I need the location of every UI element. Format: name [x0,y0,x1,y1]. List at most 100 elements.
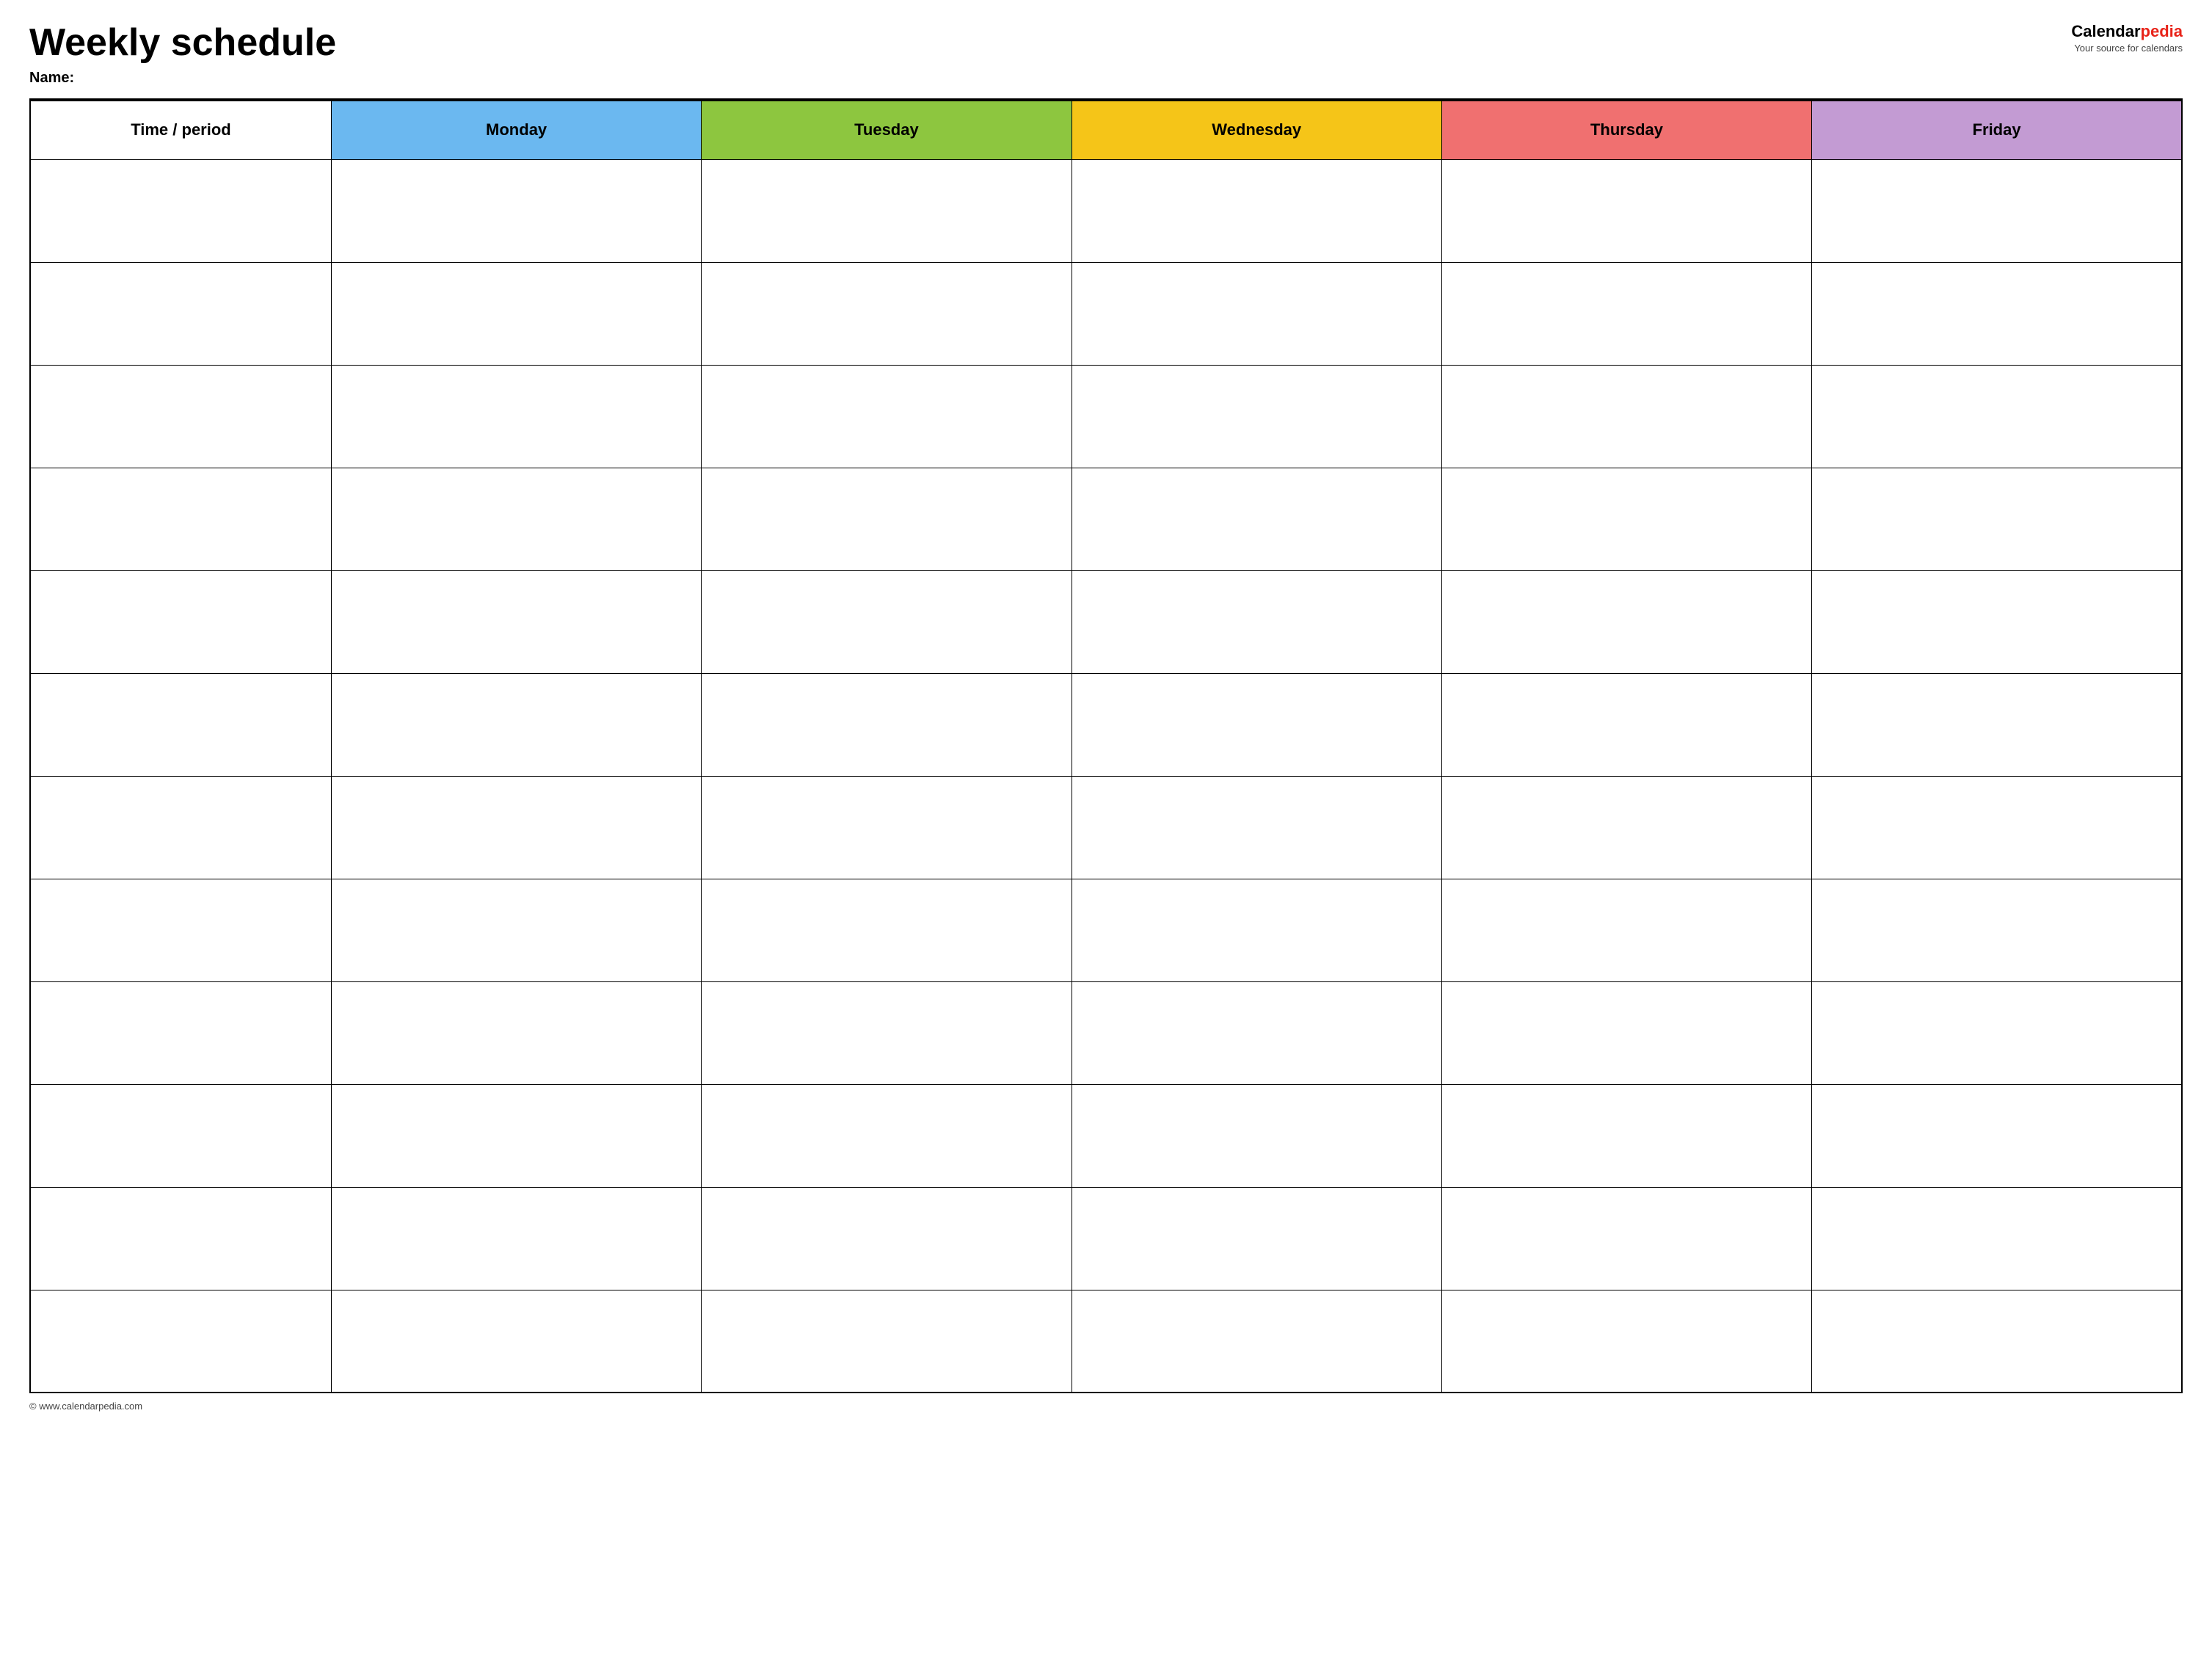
table-cell[interactable] [331,262,701,365]
table-cell[interactable] [702,570,1072,673]
table-cell[interactable] [1441,262,1811,365]
table-cell[interactable] [1441,981,1811,1084]
table-cell[interactable] [1812,468,2182,570]
table-cell[interactable] [30,981,331,1084]
table-cell[interactable] [1441,1187,1811,1290]
schedule-table: Time / period Monday Tuesday Wednesday T… [29,100,2183,1393]
table-cell[interactable] [30,365,331,468]
footer-url: © www.calendarpedia.com [29,1401,142,1412]
table-cell[interactable] [1812,1290,2182,1393]
col-header-time: Time / period [30,101,331,159]
table-cell[interactable] [1072,570,1441,673]
table-row [30,879,2182,981]
table-cell[interactable] [1812,673,2182,776]
table-row [30,262,2182,365]
table-cell[interactable] [702,1187,1072,1290]
table-cell[interactable] [1072,1084,1441,1187]
title-area: Weekly schedule [29,22,2036,64]
table-row [30,468,2182,570]
table-row [30,981,2182,1084]
table-cell[interactable] [1072,468,1441,570]
table-cell[interactable] [30,1187,331,1290]
table-cell[interactable] [30,1290,331,1393]
table-cell[interactable] [331,365,701,468]
col-header-wednesday: Wednesday [1072,101,1441,159]
table-cell[interactable] [1441,159,1811,262]
table-cell[interactable] [30,570,331,673]
table-row [30,1084,2182,1187]
table-row [30,776,2182,879]
table-cell[interactable] [1812,570,2182,673]
table-cell[interactable] [331,1187,701,1290]
table-cell[interactable] [1812,776,2182,879]
col-header-friday: Friday [1812,101,2182,159]
table-cell[interactable] [702,776,1072,879]
table-cell[interactable] [1072,673,1441,776]
header-row: Time / period Monday Tuesday Wednesday T… [30,101,2182,159]
table-cell[interactable] [1072,159,1441,262]
table-cell[interactable] [30,262,331,365]
table-cell[interactable] [331,159,701,262]
table-row [30,570,2182,673]
table-row [30,1187,2182,1290]
table-cell[interactable] [1072,981,1441,1084]
table-cell[interactable] [1072,262,1441,365]
table-cell[interactable] [1072,1290,1441,1393]
table-cell[interactable] [30,673,331,776]
table-cell[interactable] [331,1084,701,1187]
table-cell[interactable] [1812,1084,2182,1187]
table-cell[interactable] [1812,879,2182,981]
table-cell[interactable] [30,879,331,981]
table-cell[interactable] [702,365,1072,468]
table-cell[interactable] [702,1290,1072,1393]
table-cell[interactable] [1812,981,2182,1084]
table-cell[interactable] [331,1290,701,1393]
table-cell[interactable] [1812,365,2182,468]
table-cell[interactable] [1812,1187,2182,1290]
table-cell[interactable] [1441,1290,1811,1393]
table-cell[interactable] [30,1084,331,1187]
table-cell[interactable] [1441,365,1811,468]
table-cell[interactable] [331,468,701,570]
schedule-body [30,159,2182,1393]
table-cell[interactable] [702,262,1072,365]
col-header-monday: Monday [331,101,701,159]
table-cell[interactable] [702,879,1072,981]
table-cell[interactable] [1072,365,1441,468]
table-row [30,1290,2182,1393]
table-cell[interactable] [702,468,1072,570]
logo-area: Calendarpedia Your source for calendars [2036,22,2183,54]
table-cell[interactable] [702,981,1072,1084]
table-cell[interactable] [1441,776,1811,879]
page-title: Weekly schedule [29,22,2036,64]
table-cell[interactable] [702,673,1072,776]
table-cell[interactable] [331,673,701,776]
col-header-thursday: Thursday [1441,101,1811,159]
table-cell[interactable] [30,159,331,262]
table-cell[interactable] [331,776,701,879]
table-cell[interactable] [1812,159,2182,262]
table-cell[interactable] [331,879,701,981]
logo-pedia: pedia [2141,22,2183,40]
logo-calendar: Calendar [2071,22,2140,40]
table-cell[interactable] [1812,262,2182,365]
table-cell[interactable] [702,1084,1072,1187]
table-cell[interactable] [1072,879,1441,981]
table-cell[interactable] [331,981,701,1084]
table-cell[interactable] [702,159,1072,262]
logo-tagline: Your source for calendars [2036,43,2183,54]
table-cell[interactable] [1441,570,1811,673]
table-cell[interactable] [1441,1084,1811,1187]
table-cell[interactable] [331,570,701,673]
table-row [30,673,2182,776]
table-cell[interactable] [1441,673,1811,776]
table-cell[interactable] [1072,1187,1441,1290]
table-row [30,159,2182,262]
table-cell[interactable] [30,776,331,879]
col-header-tuesday: Tuesday [702,101,1072,159]
table-cell[interactable] [1072,776,1441,879]
table-cell[interactable] [1441,468,1811,570]
table-cell[interactable] [1441,879,1811,981]
table-cell[interactable] [30,468,331,570]
table-row [30,365,2182,468]
